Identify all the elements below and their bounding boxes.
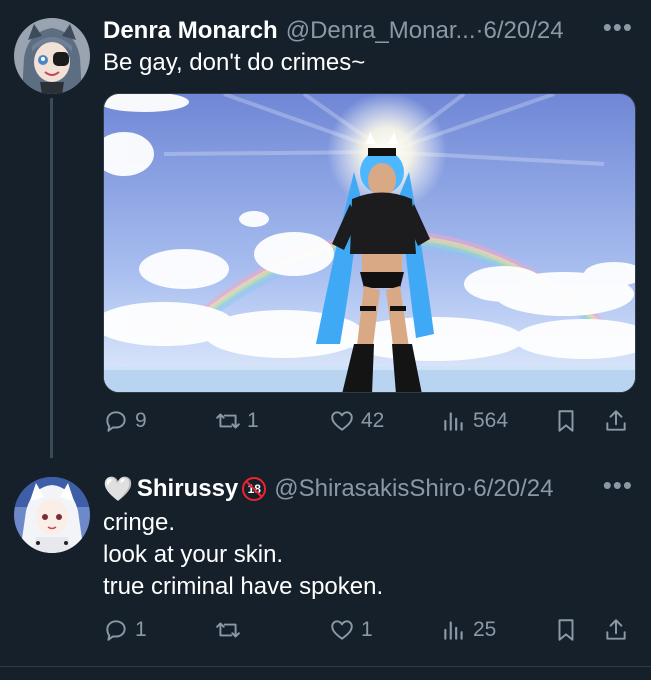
tweet-image[interactable] (103, 93, 636, 393)
avatar[interactable] (14, 477, 90, 553)
divider (0, 666, 651, 667)
tweet-text-line: cringe. (103, 509, 176, 536)
tweet-date[interactable]: 6/20/24 (473, 475, 553, 503)
share-icon (606, 410, 626, 431)
share-button[interactable] (603, 404, 629, 438)
like-button[interactable]: 42 (329, 404, 384, 438)
tweet-text: Be gay, don't do crimes~ (103, 49, 366, 76)
retweet-count: 1 (247, 409, 259, 432)
separator-dot: · (465, 475, 474, 502)
tweet-text-line: true criminal have spoken. (103, 573, 384, 600)
reply-button[interactable]: 9 (103, 404, 147, 438)
like-count: 42 (361, 409, 385, 432)
more-options-icon[interactable]: ••• (603, 12, 633, 43)
heart-icon (331, 411, 353, 431)
bookmark-button[interactable] (553, 613, 579, 647)
views-count: 564 (473, 409, 509, 432)
bookmark-button[interactable] (553, 404, 579, 438)
avatar[interactable] (14, 18, 90, 94)
tweet-date[interactable]: 6/20/24 (484, 17, 564, 45)
thread-connector-line (50, 98, 53, 458)
more-options-icon[interactable]: ••• (603, 470, 633, 501)
reply-count: 1 (135, 618, 147, 641)
retweet-icon (216, 413, 240, 429)
share-button[interactable] (603, 613, 629, 647)
tweet-header: Denra Monarch @Denra_Monar... · 6/20/24 … (103, 12, 633, 46)
share-icon (606, 619, 626, 640)
reply-count: 9 (135, 409, 147, 432)
bookmark-icon (558, 619, 574, 641)
author-handle[interactable]: @Denra_Monar... (286, 17, 476, 45)
reply-icon (106, 411, 126, 432)
separator-dot: · (475, 17, 484, 44)
reply-button[interactable]: 1 (103, 613, 147, 647)
tweet-actions: 1 1 25 (103, 613, 636, 647)
views-count: 25 (473, 618, 497, 641)
retweet-icon (216, 622, 240, 638)
tweet-text: cringe. look at your skin. true criminal… (103, 507, 383, 603)
views-button[interactable]: 25 (441, 613, 496, 647)
retweet-button[interactable]: 1 (215, 404, 259, 438)
retweet-button[interactable] (215, 613, 247, 647)
views-button[interactable]: 564 (441, 404, 508, 438)
bookmark-icon (558, 410, 574, 432)
tweet-header: 🤍 Shirussy 18 @ShirasakisShiro · 6/20/24… (103, 470, 633, 504)
author-name[interactable]: Denra Monarch (103, 17, 278, 45)
tweet-actions: 9 1 42 564 (103, 404, 636, 438)
like-count: 1 (361, 618, 373, 641)
like-button[interactable]: 1 (329, 613, 373, 647)
no-under-18-badge: 18 (242, 477, 267, 501)
views-icon (444, 621, 463, 640)
author-handle[interactable]: @ShirasakisShiro (274, 475, 465, 503)
views-icon (444, 412, 463, 431)
reply-icon (106, 620, 126, 641)
tweet-text-line: look at your skin. (103, 541, 284, 568)
white-heart-icon: 🤍 (103, 475, 133, 503)
author-name[interactable]: Shirussy (137, 475, 238, 503)
heart-icon (331, 620, 353, 640)
